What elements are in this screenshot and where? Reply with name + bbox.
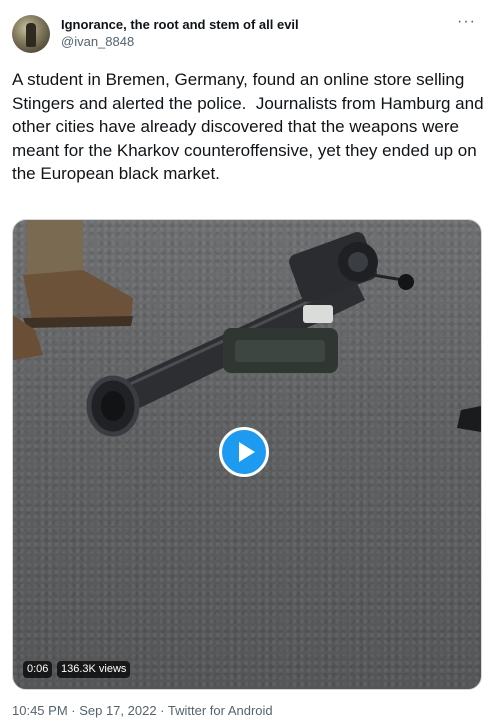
author-display-name[interactable]: Ignorance, the root and stem of all evil [61,17,299,32]
video-duration: 0:06 [23,661,53,678]
video-views: 136.3K views [57,661,131,678]
author-handle[interactable]: @ivan_8848 [61,34,134,49]
tweet-text: A student in Bremen, Germany, found an o… [12,70,489,183]
author-avatar[interactable] [12,15,50,53]
avatar-figure [26,23,36,47]
play-icon[interactable] [219,427,269,477]
soldier-boots [13,220,133,360]
video-player[interactable]: 0:06 136.3K views [12,219,482,690]
right-boot [457,406,481,432]
more-options-icon[interactable]: ··· [457,13,476,31]
tweet-timestamp[interactable]: 10:45 PM · Sep 17, 2022 · Twitter for An… [12,703,273,718]
